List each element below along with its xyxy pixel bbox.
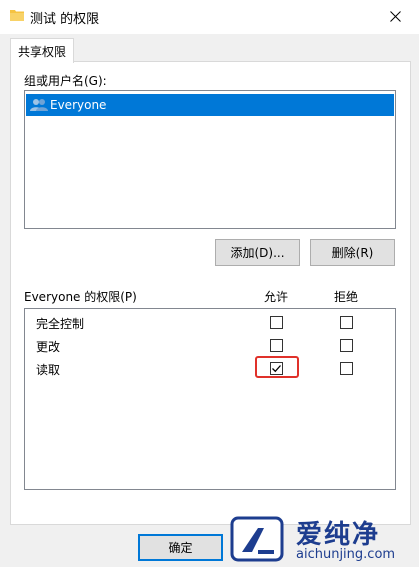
highlight-box	[255, 356, 299, 378]
change-deny-checkbox[interactable]	[340, 339, 353, 352]
remove-button-label: 删除(R)	[331, 246, 374, 260]
permission-read-label: 读取	[36, 363, 61, 377]
permissions-label: Everyone 的权限(P)	[24, 290, 137, 304]
read-deny-checkbox[interactable]	[340, 362, 353, 375]
list-item-everyone[interactable]: Everyone	[26, 94, 394, 116]
watermark-title: 爱纯净	[296, 520, 381, 550]
ok-button[interactable]: 确定	[138, 534, 223, 561]
permissions-list	[24, 308, 396, 490]
add-button-label: 添加(D)...	[230, 246, 285, 260]
allow-column-header: 允许	[264, 290, 289, 304]
close-button[interactable]	[380, 3, 410, 29]
remove-button[interactable]: 删除(R)	[310, 239, 395, 266]
tab-share-permissions[interactable]: 共享权限	[10, 38, 74, 63]
users-icon	[30, 98, 48, 112]
ok-button-label: 确定	[168, 541, 193, 555]
tab-label: 共享权限	[17, 44, 66, 59]
full-control-deny-checkbox[interactable]	[340, 316, 353, 329]
change-allow-checkbox[interactable]	[270, 339, 283, 352]
add-button[interactable]: 添加(D)...	[215, 239, 300, 266]
deny-column-header: 拒绝	[334, 290, 359, 304]
watermark-url: aichunjing.com	[296, 547, 396, 562]
folder-icon	[10, 9, 24, 21]
window-title: 测试 的权限	[30, 12, 100, 27]
permission-change-label: 更改	[36, 340, 61, 354]
close-icon	[389, 10, 401, 22]
permission-full-control-label: 完全控制	[36, 317, 85, 331]
groups-listbox[interactable]: Everyone	[24, 90, 396, 229]
list-item-label: Everyone	[50, 98, 107, 112]
full-control-allow-checkbox[interactable]	[270, 316, 283, 329]
watermark-logo-icon	[228, 514, 286, 564]
groups-label: 组或用户名(G):	[24, 74, 107, 88]
